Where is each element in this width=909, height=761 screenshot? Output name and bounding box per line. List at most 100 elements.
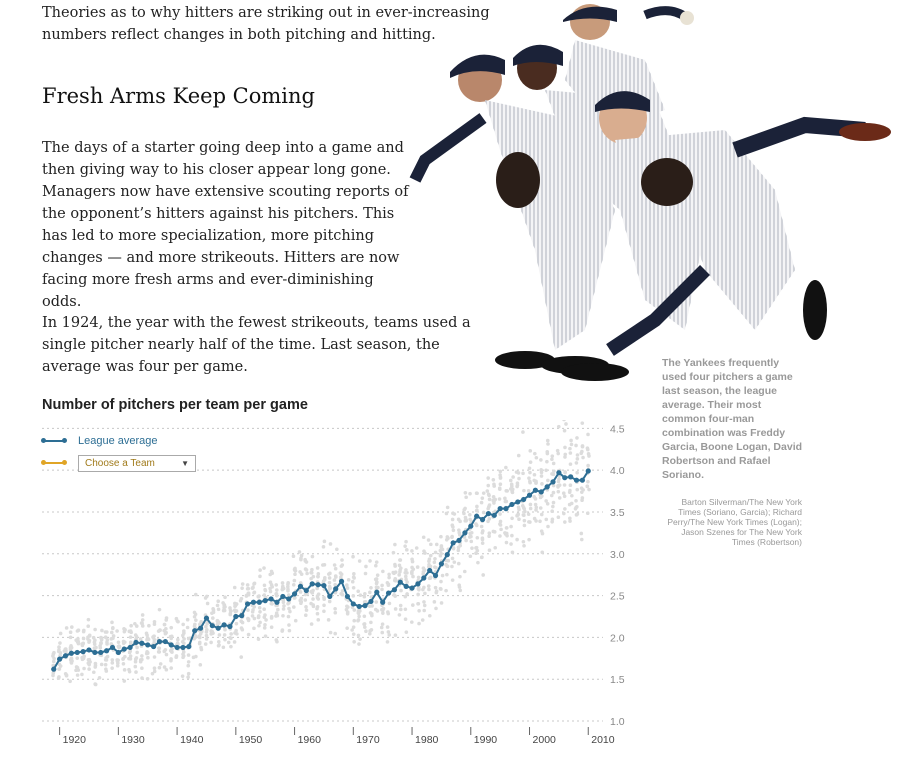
x-tick-label: 1990: [474, 734, 498, 746]
team-point: [86, 661, 91, 665]
league-average-point: [221, 622, 227, 628]
team-point: [585, 511, 590, 516]
team-point: [586, 479, 590, 484]
team-point: [292, 605, 296, 609]
team-point: [556, 479, 561, 484]
league-average-point: [456, 537, 462, 543]
team-point: [434, 590, 439, 595]
team-point: [492, 501, 496, 505]
team-point: [316, 572, 321, 576]
team-point: [311, 604, 316, 609]
team-point: [356, 611, 361, 615]
x-tick-label: 1930: [121, 734, 145, 746]
league-average-point: [104, 648, 110, 654]
league-average-point: [98, 649, 104, 656]
chart-title: Number of pitchers per team per game: [42, 397, 308, 413]
team-point: [351, 585, 356, 590]
team-point: [274, 593, 279, 598]
team-point: [192, 614, 197, 619]
team-point: [585, 484, 590, 489]
team-point: [281, 607, 286, 611]
team-point: [58, 631, 63, 636]
team-point: [328, 630, 333, 635]
team-point: [246, 632, 251, 637]
team-point: [410, 620, 414, 624]
team-point: [585, 446, 590, 451]
team-point: [439, 587, 443, 591]
team-point: [399, 588, 403, 593]
team-point: [152, 666, 157, 670]
team-point: [479, 524, 484, 529]
y-tick-label: 1.5: [610, 674, 625, 686]
team-point: [493, 497, 498, 502]
team-point: [110, 658, 115, 662]
team-point: [570, 493, 574, 498]
team-point: [129, 623, 133, 628]
team-point: [182, 641, 186, 646]
league-average-point: [391, 587, 398, 593]
team-point: [416, 601, 420, 606]
team-point: [528, 520, 532, 524]
team-point: [446, 558, 451, 563]
team-point: [521, 539, 526, 544]
team-point: [203, 642, 208, 646]
team-point: [534, 455, 539, 460]
team-point: [370, 612, 374, 616]
league-average-point: [585, 468, 591, 474]
team-point: [364, 564, 368, 569]
league-average-point: [485, 511, 491, 517]
team-point: [311, 574, 316, 579]
team-point: [345, 612, 350, 616]
team-point: [357, 559, 362, 563]
team-point: [539, 474, 544, 478]
team-point: [403, 594, 408, 599]
team-point: [340, 558, 344, 562]
team-point: [315, 566, 320, 570]
team-point: [562, 494, 567, 499]
team-point: [316, 618, 321, 622]
team-point: [486, 492, 491, 497]
team-select[interactable]: Choose a Team ▼: [78, 454, 196, 472]
team-point: [117, 645, 122, 649]
team-point: [367, 604, 372, 608]
team-point: [369, 628, 374, 632]
team-point: [303, 613, 308, 618]
team-point: [544, 517, 549, 522]
team-point: [480, 541, 485, 545]
team-point: [332, 563, 337, 567]
team-point: [357, 642, 361, 646]
team-point: [393, 594, 397, 598]
team-point: [145, 650, 149, 654]
team-point: [528, 479, 532, 484]
team-point: [540, 550, 545, 555]
team-point: [162, 628, 166, 633]
team-point: [287, 628, 292, 633]
team-point: [305, 571, 309, 576]
team-point: [103, 630, 108, 634]
team-point: [293, 618, 298, 623]
team-point: [498, 523, 503, 527]
team-point: [362, 594, 367, 599]
legend-item-team: Choose a Team ▼: [41, 452, 196, 474]
team-point: [157, 665, 162, 670]
team-point: [420, 618, 425, 622]
team-point: [528, 460, 533, 464]
team-point: [80, 672, 84, 677]
team-point: [551, 461, 556, 466]
team-point: [352, 639, 356, 644]
x-tick-label: 1950: [239, 734, 263, 746]
team-point: [486, 476, 490, 480]
team-point: [464, 518, 468, 522]
chart-legend: League average Choose a Team ▼: [41, 430, 196, 474]
team-point: [105, 642, 109, 646]
x-tick-label: 2000: [533, 734, 557, 746]
team-point: [533, 497, 538, 501]
team-point: [358, 593, 363, 597]
team-point: [452, 560, 457, 564]
team-point: [397, 613, 402, 617]
league-average-point: [156, 638, 163, 645]
team-point: [549, 493, 554, 498]
league-average-point: [127, 644, 133, 651]
team-point: [427, 587, 431, 592]
league-average-point: [174, 644, 180, 651]
